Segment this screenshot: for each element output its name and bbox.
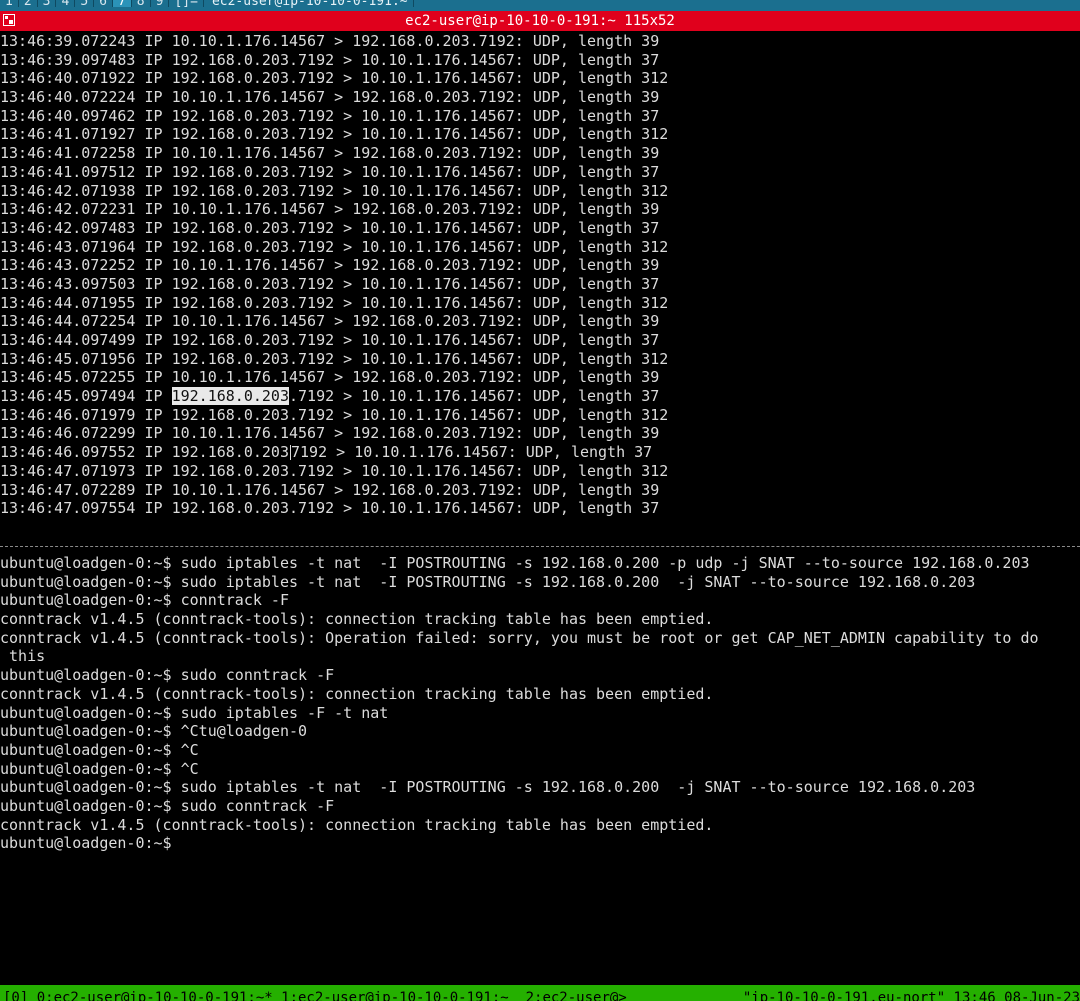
tcpdump-line: 13:46:47.071973 IP 192.168.0.203.7192 > …: [0, 461, 669, 480]
shell-prompt-line: ubuntu@loadgen-0:~$ sudo conntrack -F: [0, 796, 335, 815]
shell-prompt-line: ubuntu@loadgen-0:~$ ^Ctu@loadgen-0: [0, 722, 308, 741]
tab-10[interactable]: []=: [169, 0, 204, 8]
tmux-status-bar: [0] 0:ec2-user@ip-10-10-0-191:~* 1:ec2-u…: [0, 985, 1080, 1001]
tcpdump-line: 13:46:46.097552 IP 192.168.0.203 7192 > 1…: [0, 443, 653, 462]
tab-9[interactable]: 9: [151, 0, 170, 8]
tcpdump-line: 13:46:44.071955 IP 192.168.0.203.7192 > …: [0, 293, 669, 312]
tcpdump-line: 13:46:41.071927 IP 192.168.0.203.7192 > …: [0, 125, 669, 144]
tcpdump-line: 13:46:41.097512 IP 192.168.0.203.7192 > …: [0, 162, 660, 181]
shell-pane[interactable]: ubuntu@loadgen-0:~$ sudo iptables -t nat…: [0, 554, 1080, 984]
shell-output-line: conntrack v1.4.5 (conntrack-tools): conn…: [0, 684, 714, 703]
shell-prompt-line: ubuntu@loadgen-0:~$ sudo conntrack -F: [0, 666, 335, 685]
terminal-app-icon: [3, 14, 15, 26]
tcpdump-line: 13:46:47.072289 IP 10.10.1.176.14567 > 1…: [0, 480, 660, 499]
tcpdump-line: 13:46:43.072252 IP 10.10.1.176.14567 > 1…: [0, 256, 660, 275]
pane-divider[interactable]: [0, 546, 1080, 547]
tcpdump-line: 13:46:45.072255 IP 10.10.1.176.14567 > 1…: [0, 368, 660, 387]
tab-7[interactable]: 7: [112, 0, 132, 8]
shell-output-line: conntrack v1.4.5 (conntrack-tools): Oper…: [0, 628, 1039, 647]
shell-prompt-line: ubuntu@loadgen-0:~$ sudo iptables -t nat…: [0, 554, 1030, 572]
shell-output-line: this: [0, 647, 46, 666]
shell-prompt-line: ubuntu@loadgen-0:~$: [0, 834, 172, 853]
tcpdump-line: 13:46:42.071938 IP 192.168.0.203.7192 > …: [0, 181, 669, 200]
tab-window-label[interactable]: ec2-user@ip-10-10-0-191:~: [204, 0, 414, 8]
status-host-time: "ip-10-10-0-191.eu-nort" 13:46 08-Jun-23: [738, 990, 1080, 1001]
shell-prompt-line: ubuntu@loadgen-0:~$ ^C: [0, 740, 199, 759]
tcpdump-line: 13:46:39.072243 IP 10.10.1.176.14567 > 1…: [0, 32, 660, 50]
mouse-ibeam-cursor: [289, 445, 291, 461]
tab-8[interactable]: 8: [132, 0, 151, 8]
tcpdump-line: 13:46:42.097483 IP 192.168.0.203.7192 > …: [0, 218, 660, 237]
shell-prompt-line: ubuntu@loadgen-0:~$ sudo iptables -t nat…: [0, 778, 976, 797]
tab-6[interactable]: 6: [94, 0, 113, 8]
tcpdump-line: 13:46:40.071922 IP 192.168.0.203.7192 > …: [0, 69, 669, 88]
tab-4[interactable]: 4: [56, 0, 76, 8]
tcpdump-line: 13:46:43.097503 IP 192.168.0.203.7192 > …: [0, 274, 660, 293]
tcpdump-line: 13:46:45.071956 IP 192.168.0.203.7192 > …: [0, 349, 669, 368]
window-title: ec2-user@ip-10-10-0-191:~ 115x52: [405, 13, 675, 29]
tcpdump-line: 13:46:44.097499 IP 192.168.0.203.7192 > …: [0, 331, 660, 349]
text-selection[interactable]: 192.168.0.203: [171, 387, 289, 406]
tcpdump-line: 13:46:39.097483 IP 192.168.0.203.7192 > …: [0, 50, 660, 69]
tcpdump-line: 13:46:46.071979 IP 192.168.0.203.7192 > …: [0, 405, 669, 424]
shell-prompt-line: ubuntu@loadgen-0:~$ ^C: [0, 759, 199, 778]
window-title-bar: ec2-user@ip-10-10-0-191:~ 115x52: [0, 11, 1080, 31]
shell-output-line: conntrack v1.4.5 (conntrack-tools): conn…: [0, 815, 714, 834]
tcpdump-line: 13:46:45.097494 IP 192.168.0.203.7192 > …: [0, 387, 660, 406]
status-windows[interactable]: [0] 0:ec2-user@ip-10-10-0-191:~* 1:ec2-u…: [3, 990, 627, 1001]
tcpdump-line: 13:46:40.072224 IP 10.10.1.176.14567 > 1…: [0, 88, 660, 107]
shell-output-line: conntrack v1.4.5 (conntrack-tools): conn…: [0, 610, 714, 629]
tcpdump-line: 13:46:46.072299 IP 10.10.1.176.14567 > 1…: [0, 424, 660, 443]
tab-5[interactable]: 5: [75, 0, 95, 8]
tab-strip: 1 2 3 4 5 6 7 8 9 []= ec2-user@ip-10-10-0-191:~: [0, 0, 1080, 11]
tcpdump-line: 13:46:41.072258 IP 10.10.1.176.14567 > 1…: [0, 144, 660, 163]
tab-2[interactable]: 2: [19, 0, 38, 8]
shell-prompt-line: ubuntu@loadgen-0:~$ conntrack -F: [0, 591, 289, 610]
tcpdump-line: 13:46:44.072254 IP 10.10.1.176.14567 > 1…: [0, 312, 660, 331]
shell-prompt-line: ubuntu@loadgen-0:~$ sudo iptables -t nat…: [0, 572, 976, 591]
tab-3[interactable]: 3: [38, 0, 57, 8]
tcpdump-line: 13:46:47.097554 IP 192.168.0.203.7192 > …: [0, 499, 660, 518]
tcpdump-line: 13:46:43.071964 IP 192.168.0.203.7192 > …: [0, 237, 669, 256]
tcpdump-line: 13:46:42.072231 IP 10.10.1.176.14567 > 1…: [0, 200, 660, 219]
tcpdump-pane[interactable]: 13:46:39.072243 IP 10.10.1.176.14567 > 1…: [0, 32, 1080, 527]
shell-prompt-line: ubuntu@loadgen-0:~$ sudo iptables -F -t …: [0, 703, 389, 722]
tcpdump-line: 13:46:40.097462 IP 192.168.0.203.7192 > …: [0, 106, 660, 125]
tab-1[interactable]: 1: [0, 0, 19, 8]
